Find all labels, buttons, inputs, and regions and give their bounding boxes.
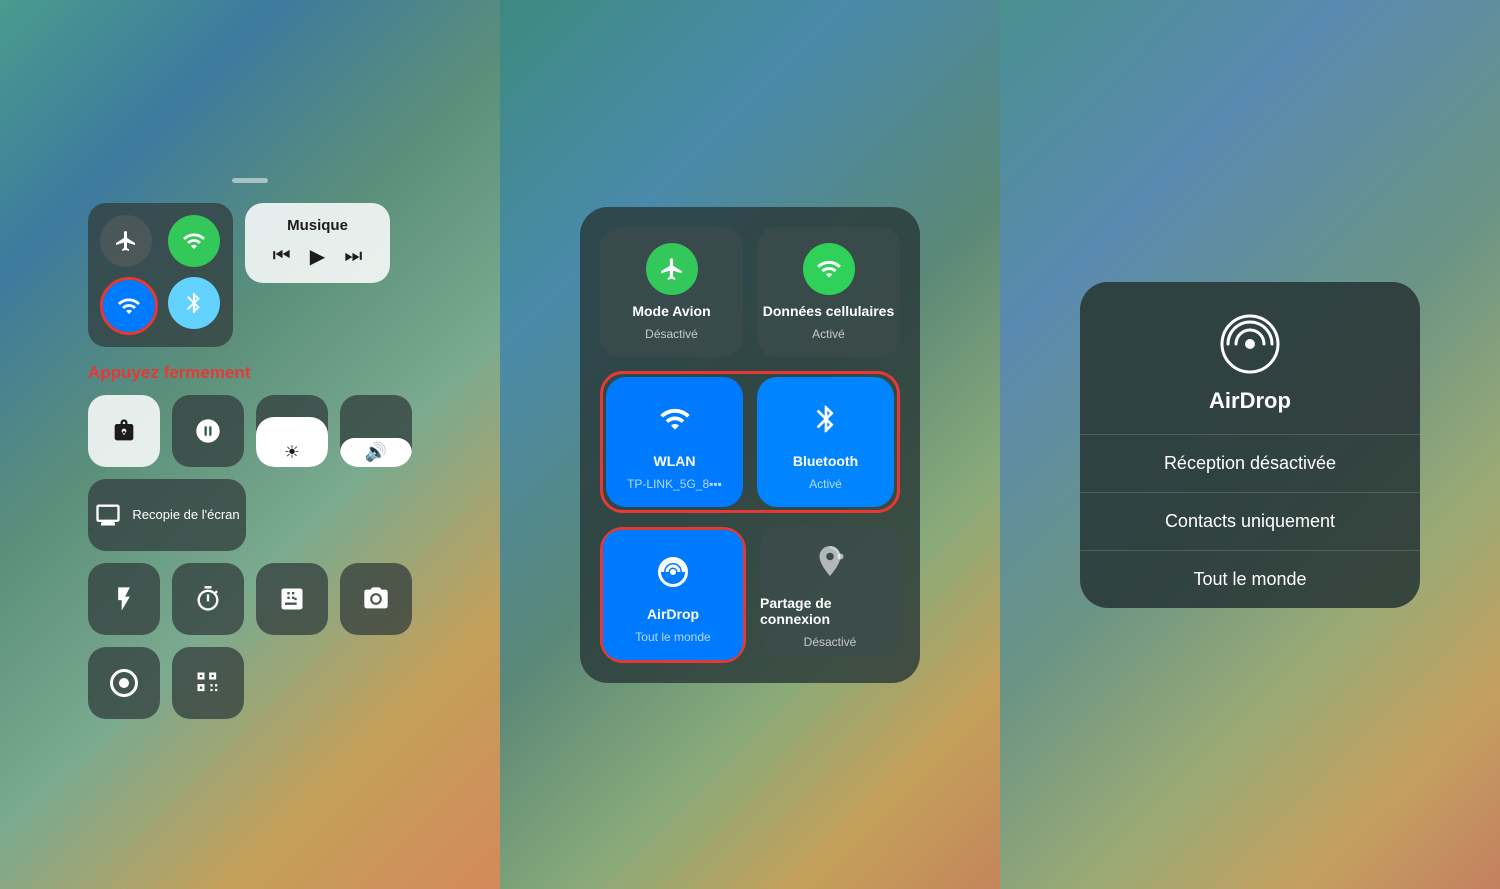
wifi-button[interactable] — [103, 280, 155, 332]
airdrop-menu-title: AirDrop — [1209, 388, 1291, 414]
exp-row-3: AirDrop Tout le monde Partage de connexi… — [600, 527, 900, 663]
cc-row-5 — [88, 647, 412, 719]
panel-control-center: Musique ⏮ ▶ ⏭ Appuyez fermement ☀ — [0, 0, 500, 889]
next-track-button[interactable]: ⏭ — [344, 245, 362, 268]
brightness-slider[interactable]: ☀ — [256, 395, 328, 467]
airplane-tile-name: Mode Avion — [632, 303, 710, 319]
cc-row-2: ☀ 🔊 — [88, 395, 412, 467]
connectivity-block — [88, 203, 233, 347]
volume-slider[interactable]: 🔊 — [340, 395, 412, 467]
bluetooth-tile[interactable]: Bluetooth Activé — [757, 377, 894, 507]
do-not-disturb-button[interactable] — [172, 395, 244, 467]
pull-indicator — [232, 178, 268, 183]
bluetooth-button[interactable] — [168, 277, 220, 329]
panel-expanded-cc: Mode Avion Désactivé Données cellulaires… — [500, 0, 1000, 889]
music-title: Musique — [263, 217, 372, 234]
hotspot-tile-name: Partage de connexion — [760, 595, 900, 627]
flashlight-button[interactable] — [88, 563, 160, 635]
airdrop-option-contacts-uniquement[interactable]: Contacts uniquement — [1080, 493, 1420, 550]
cellular-button[interactable] — [168, 215, 220, 267]
calculator-button[interactable] — [256, 563, 328, 635]
wlan-bluetooth-highlight: WLAN TP-LINK_5G_8▪▪▪ Bluetooth Activé — [600, 371, 900, 513]
airplane-tile-icon — [646, 243, 698, 295]
exp-row-2: WLAN TP-LINK_5G_8▪▪▪ Bluetooth Activé — [603, 374, 897, 510]
wifi-button-highlight — [100, 277, 158, 335]
airdrop-tile[interactable]: AirDrop Tout le monde — [603, 530, 743, 660]
expanded-control-center: Mode Avion Désactivé Données cellulaires… — [580, 207, 920, 683]
airdrop-option-reception-desactivee[interactable]: Réception désactivée — [1080, 435, 1420, 492]
bluetooth-tile-name: Bluetooth — [793, 453, 858, 469]
music-controls: ⏮ ▶ ⏭ — [263, 244, 372, 269]
cc-row-3: Recopie de l'écran — [88, 479, 412, 551]
qr-code-button[interactable] — [172, 647, 244, 719]
airdrop-options-menu: AirDrop Réception désactivée Contacts un… — [1080, 282, 1420, 608]
airdrop-option-tout-le-monde[interactable]: Tout le monde — [1080, 551, 1420, 608]
airplane-mode-button[interactable] — [100, 215, 152, 267]
cellular-tile-status: Activé — [812, 327, 845, 341]
timer-button[interactable] — [172, 563, 244, 635]
cellular-tile-name: Données cellulaires — [763, 303, 895, 319]
hotspot-tile[interactable]: Partage de connexion Désactivé — [760, 527, 900, 657]
exp-row-1: Mode Avion Désactivé Données cellulaires… — [600, 227, 900, 357]
hotspot-tile-status: Désactivé — [804, 635, 857, 649]
brightness-icon: ☀ — [284, 442, 300, 463]
airdrop-tile-status: Tout le monde — [635, 630, 710, 644]
cellular-tile[interactable]: Données cellulaires Activé — [757, 227, 900, 357]
airplane-tile[interactable]: Mode Avion Désactivé — [600, 227, 743, 357]
screen-mirroring-button[interactable]: Recopie de l'écran — [88, 479, 246, 551]
bluetooth-tile-status: Activé — [809, 477, 842, 491]
music-widget: Musique ⏮ ▶ ⏭ — [245, 203, 390, 283]
panel-airdrop-menu: AirDrop Réception désactivée Contacts un… — [1000, 0, 1500, 889]
wlan-tile[interactable]: WLAN TP-LINK_5G_8▪▪▪ — [606, 377, 743, 507]
wlan-tile-status: TP-LINK_5G_8▪▪▪ — [627, 477, 722, 491]
cellular-tile-icon — [803, 243, 855, 295]
hotspot-tile-icon — [804, 535, 856, 587]
screen-record-button[interactable] — [88, 647, 160, 719]
bluetooth-tile-icon — [800, 393, 852, 445]
screen-mirroring-label: Recopie de l'écran — [132, 507, 239, 523]
play-button[interactable]: ▶ — [310, 244, 325, 269]
airplane-tile-status: Désactivé — [645, 327, 698, 341]
airdrop-highlight: AirDrop Tout le monde — [600, 527, 746, 663]
wlan-tile-icon — [649, 393, 701, 445]
cc-top-row: Musique ⏮ ▶ ⏭ — [88, 203, 412, 347]
camera-button[interactable] — [340, 563, 412, 635]
airdrop-menu-header: AirDrop — [1080, 282, 1420, 434]
prev-track-button[interactable]: ⏮ — [273, 245, 291, 268]
appuyez-label: Appuyez fermement — [88, 363, 412, 383]
control-center-main: Musique ⏮ ▶ ⏭ Appuyez fermement ☀ — [68, 150, 432, 739]
airdrop-menu-icon — [1218, 312, 1282, 376]
cc-row-4 — [88, 563, 412, 635]
screen-lock-button[interactable] — [88, 395, 160, 467]
wlan-tile-name: WLAN — [654, 453, 696, 469]
airdrop-tile-icon — [647, 546, 699, 598]
airdrop-tile-name: AirDrop — [647, 606, 699, 622]
volume-icon: 🔊 — [365, 442, 387, 463]
